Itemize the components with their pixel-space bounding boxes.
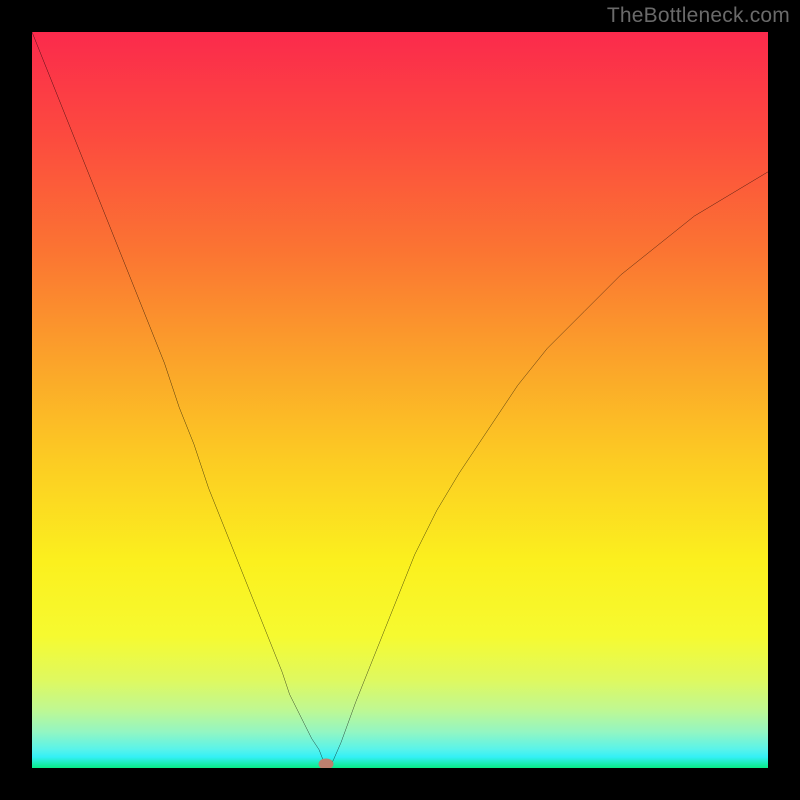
plot-area (32, 32, 768, 768)
minimum-marker (319, 759, 334, 769)
watermark-text: TheBottleneck.com (607, 4, 790, 28)
chart-frame: TheBottleneck.com (0, 0, 800, 800)
bottleneck-curve (32, 32, 768, 768)
